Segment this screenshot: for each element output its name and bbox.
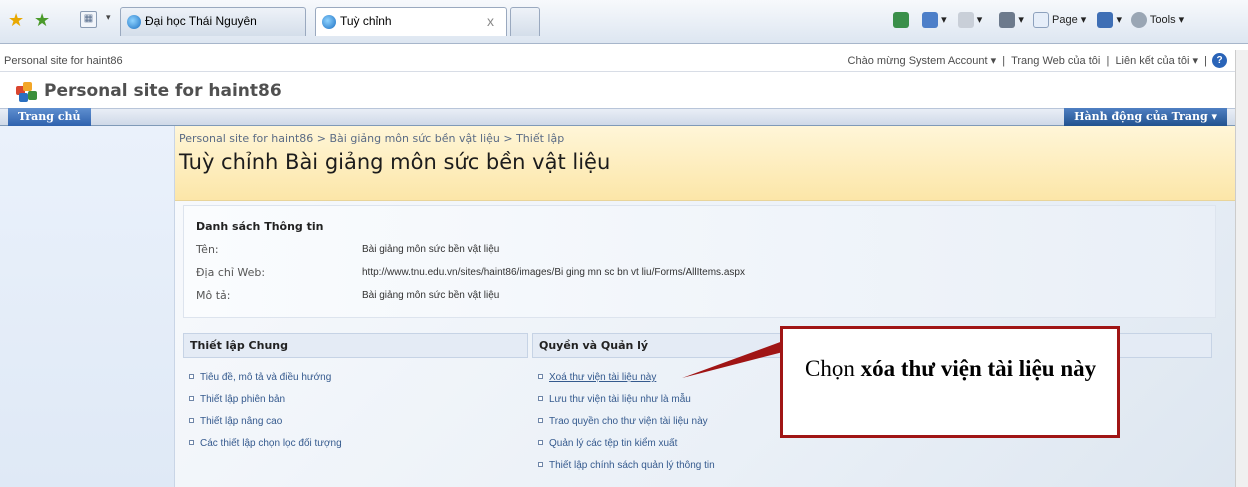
instruction-callout: Chọn xóa thư viện tài liệu này — [780, 326, 1120, 438]
vertical-scrollbar[interactable] — [1235, 50, 1248, 487]
callout-emphasis: xóa thư viện tài liệu này — [860, 356, 1097, 381]
callout-pointer-shape — [682, 341, 783, 378]
callout-prefix: Chọn — [805, 356, 861, 381]
